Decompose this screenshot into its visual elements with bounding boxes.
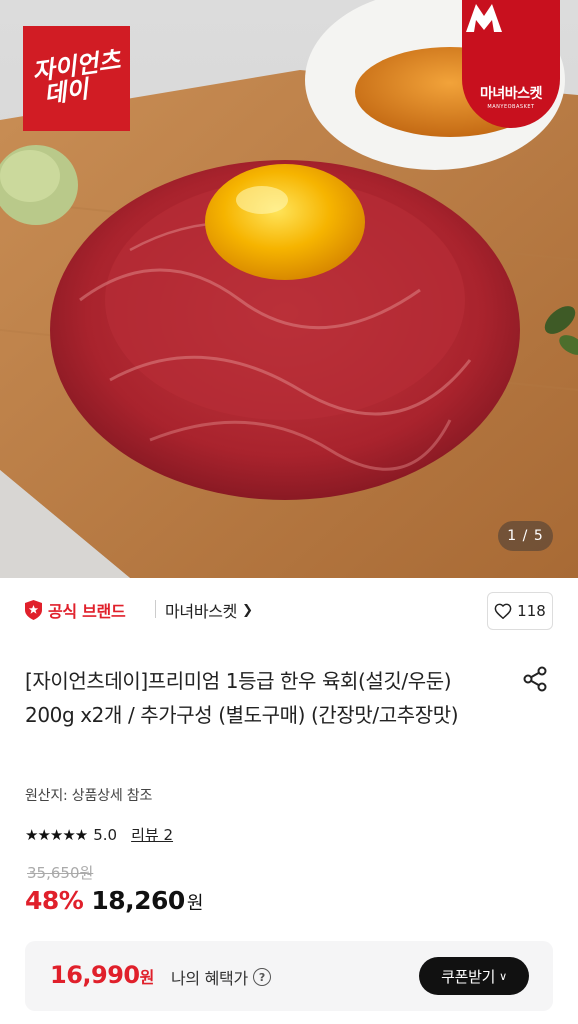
like-button[interactable]: 118 <box>487 592 553 630</box>
like-count: 118 <box>517 602 546 620</box>
my-benefit-bar: 16,990원 나의 혜택가 ? 쿠폰받기 ∨ <box>25 941 553 1011</box>
witch-hat-icon <box>466 4 502 32</box>
giants-day-logo: 자이언츠 데이 <box>23 26 130 131</box>
logo-right-sub: MANYEOBASKET <box>487 104 535 110</box>
origin-info: 원산지: 상품상세 참조 <box>25 788 153 804</box>
original-price: 35,650원 <box>27 864 94 882</box>
product-title: [자이언츠데이]프리미엄 1등급 한우 육회(설깃/우둔) 200g x2개 /… <box>25 669 459 727</box>
discount-rate: 48% <box>25 886 84 915</box>
product-image-gallery[interactable]: 자이언츠 데이 마녀바스켓 MANYEOBASKET 1 / 5 <box>0 0 578 578</box>
chevron-down-icon: ∨ <box>499 969 507 983</box>
get-coupon-button[interactable]: 쿠폰받기 ∨ <box>419 957 529 995</box>
store-link[interactable]: 마녀바스켓 ❯ <box>165 598 253 622</box>
pager-separator: / <box>517 528 534 544</box>
official-brand-label: 공식 브랜드 <box>48 602 126 621</box>
logo-left-line2: 데이 <box>42 73 91 109</box>
price-row: 48% 18,260 원 <box>25 886 203 915</box>
benefit-price-unit: 원 <box>139 968 155 987</box>
share-icon[interactable] <box>520 664 550 694</box>
review-link[interactable]: 리뷰 2 <box>131 824 173 845</box>
store-name: 마녀바스켓 <box>165 602 238 621</box>
sale-price: 18,260 <box>91 886 185 915</box>
pager-current: 1 <box>507 528 518 544</box>
heart-icon <box>494 603 512 619</box>
gallery-pager: 1 / 5 <box>498 521 553 551</box>
rating-stars-icon: ★★★★★ <box>25 825 88 844</box>
official-star-shield-icon <box>25 600 42 620</box>
chevron-right-icon: ❯ <box>242 602 253 618</box>
official-brand-badge: 공식 브랜드 <box>25 598 126 622</box>
benefit-price-wrap: 16,990원 <box>50 961 154 989</box>
manyeobasket-logo: 마녀바스켓 MANYEOBASKET <box>462 0 560 128</box>
coupon-button-label: 쿠폰받기 <box>441 967 496 986</box>
price-unit: 원 <box>186 893 204 914</box>
logo-right-name: 마녀바스켓 <box>480 86 542 102</box>
help-icon[interactable]: ? <box>252 968 271 986</box>
benefit-label-wrap: 나의 혜택가 ? <box>171 965 271 989</box>
rating-row: ★★★★★ 5.0 리뷰 2 <box>25 824 173 845</box>
benefit-label: 나의 혜택가 <box>171 969 248 988</box>
brand-divider <box>155 600 156 618</box>
benefit-price: 16,990 <box>50 961 140 989</box>
rating-score: 5.0 <box>93 825 118 844</box>
pager-total: 5 <box>533 528 544 544</box>
